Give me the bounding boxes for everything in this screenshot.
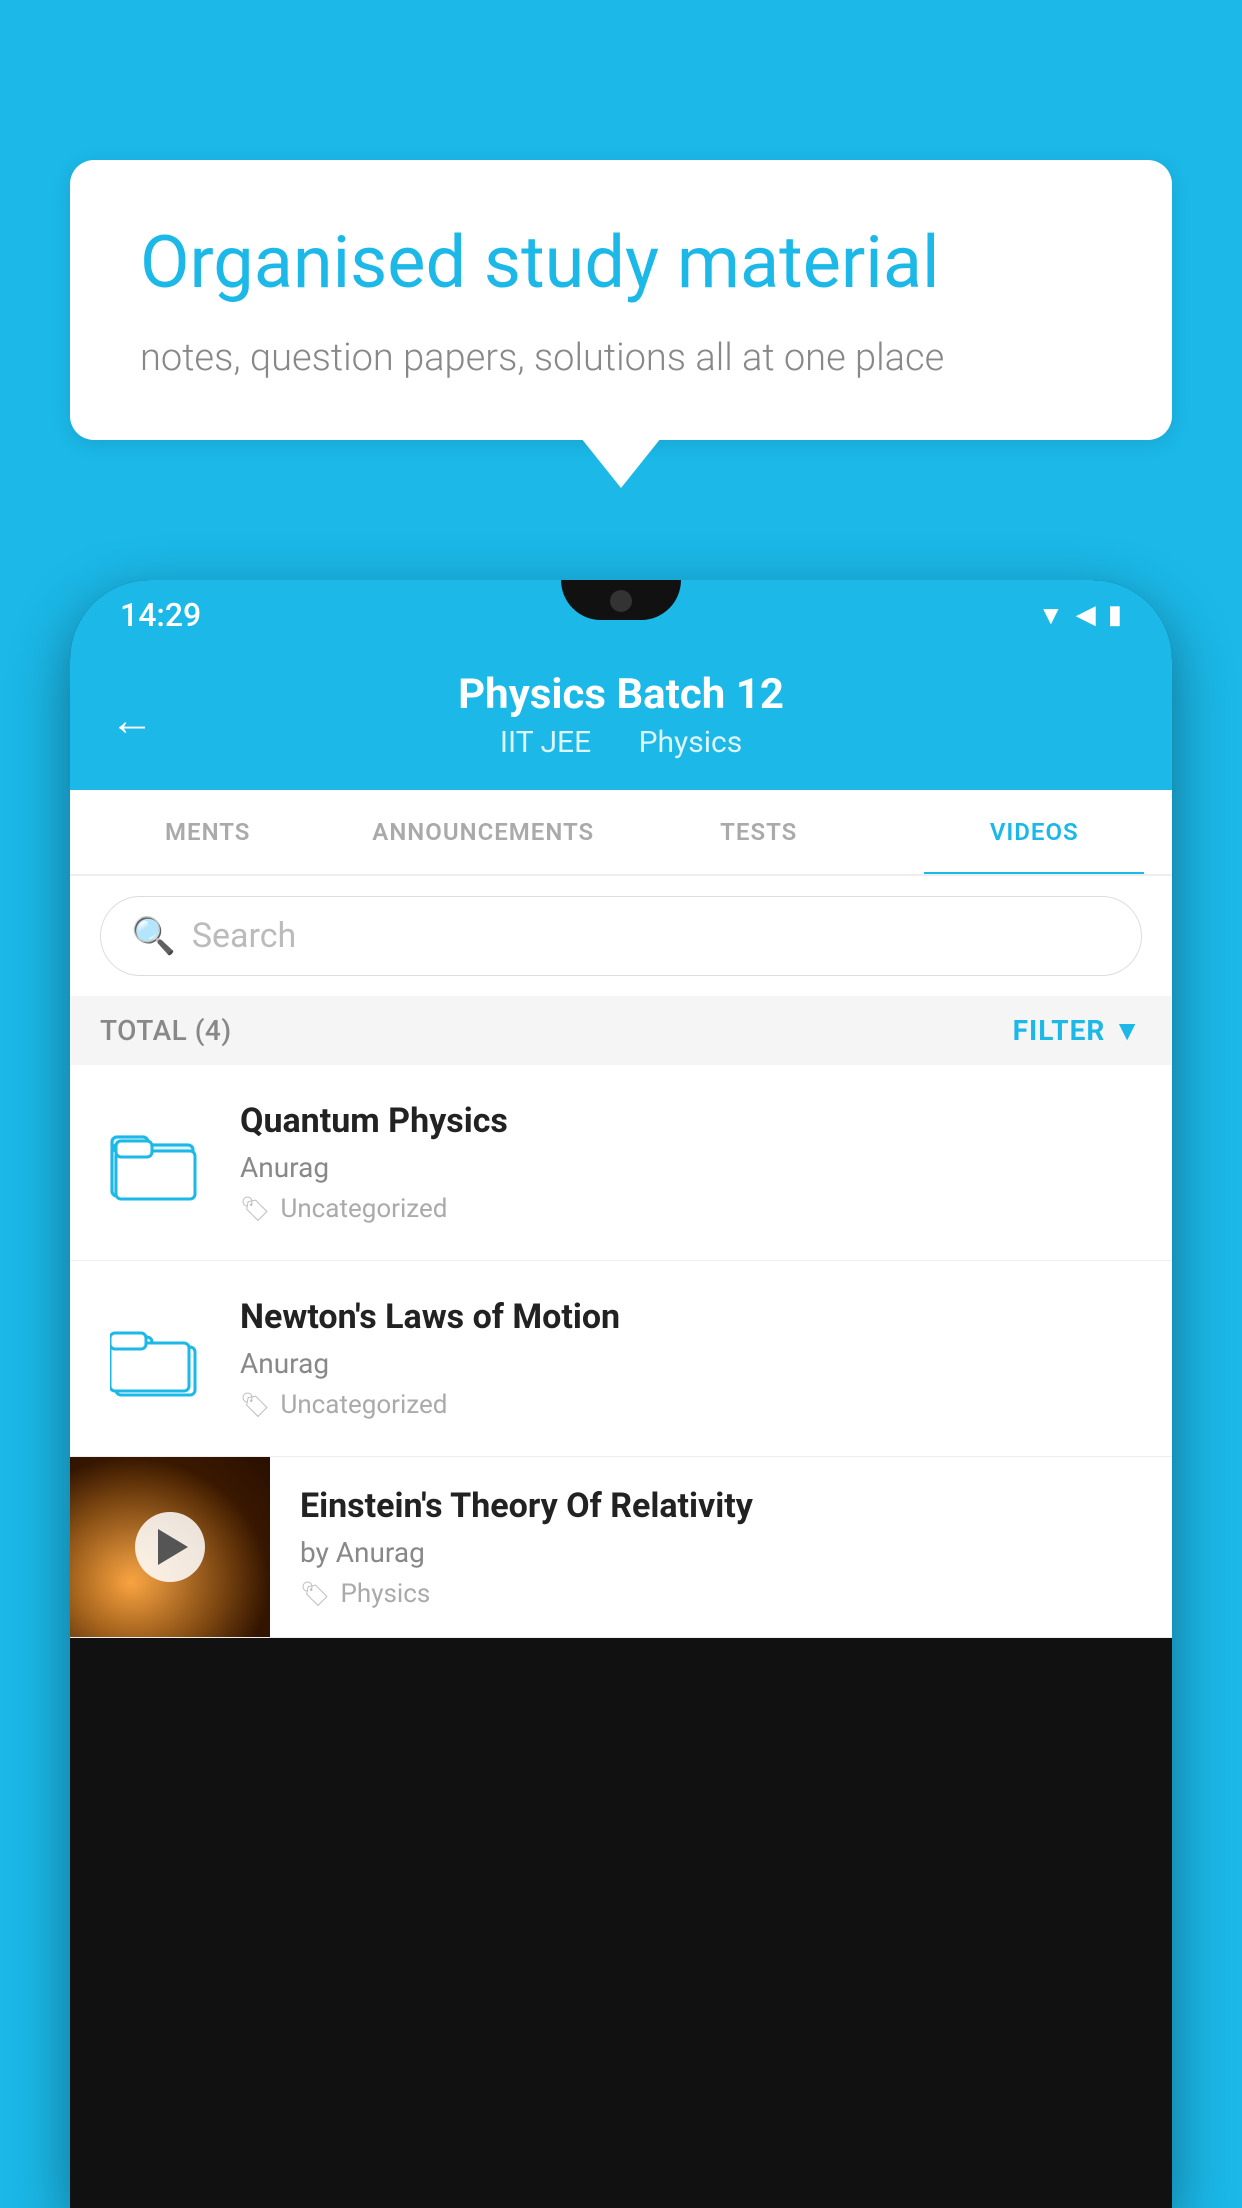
video-list: Quantum Physics Anurag 🏷 Uncategorized	[70, 1065, 1172, 1638]
header-title: Physics Batch 12	[110, 670, 1132, 719]
folder-icon	[110, 1319, 200, 1399]
status-bar: 14:29 ▼ ◀ ▮	[70, 580, 1172, 650]
video-author-2: Anurag	[240, 1347, 1142, 1380]
search-icon: 🔍	[131, 915, 176, 957]
tab-ments[interactable]: MENTS	[70, 790, 346, 874]
folder-thumbnail-1	[100, 1108, 210, 1218]
folder-thumbnail-2	[100, 1304, 210, 1414]
back-button[interactable]: ←	[110, 694, 154, 746]
battery-icon: ▮	[1108, 600, 1122, 630]
speech-bubble-subtext: notes, question papers, solutions all at…	[140, 336, 1102, 380]
header-subtitle: IIT JEE Physics	[110, 725, 1132, 760]
tag-icon: 🏷	[240, 1195, 270, 1223]
video-info-1: Quantum Physics Anurag 🏷 Uncategorized	[240, 1101, 1142, 1224]
subtitle-physics: Physics	[639, 725, 743, 760]
list-item[interactable]: Einstein's Theory Of Relativity by Anura…	[70, 1457, 1172, 1638]
signal-icon: ◀	[1076, 600, 1096, 630]
speech-bubble-section: Organised study material notes, question…	[70, 160, 1172, 440]
search-container: 🔍 Search	[70, 876, 1172, 996]
video-thumbnail-3	[70, 1457, 270, 1637]
tag-icon: 🏷	[300, 1580, 330, 1608]
video-tag-1: 🏷 Uncategorized	[240, 1194, 1142, 1224]
status-time: 14:29	[120, 596, 201, 634]
total-count-label: TOTAL (4)	[100, 1014, 232, 1047]
play-triangle-icon	[158, 1529, 188, 1565]
speech-bubble-heading: Organised study material	[140, 220, 1102, 306]
video-author-3: by Anurag	[300, 1536, 1142, 1569]
play-button[interactable]	[135, 1512, 205, 1582]
search-placeholder: Search	[192, 916, 296, 956]
tab-announcements[interactable]: ANNOUNCEMENTS	[346, 790, 622, 874]
video-author-1: Anurag	[240, 1151, 1142, 1184]
status-icons: ▼ ◀ ▮	[1038, 600, 1122, 631]
video-info-3: Einstein's Theory Of Relativity by Anura…	[300, 1466, 1142, 1629]
tag-icon: 🏷	[240, 1391, 270, 1419]
filter-bar: TOTAL (4) FILTER ▼	[70, 996, 1172, 1065]
phone-notch	[561, 580, 681, 620]
filter-button[interactable]: FILTER ▼	[1013, 1014, 1142, 1047]
video-info-2: Newton's Laws of Motion Anurag 🏷 Uncateg…	[240, 1297, 1142, 1420]
wifi-icon: ▼	[1038, 600, 1064, 631]
video-title-2: Newton's Laws of Motion	[240, 1297, 1142, 1337]
filter-icon: ▼	[1113, 1014, 1142, 1047]
video-title-1: Quantum Physics	[240, 1101, 1142, 1141]
phone-frame: 14:29 ▼ ◀ ▮ ← Physics Batch 12 IIT JEE P…	[70, 580, 1172, 2208]
list-item[interactable]: Quantum Physics Anurag 🏷 Uncategorized	[70, 1065, 1172, 1261]
folder-icon	[110, 1123, 200, 1203]
tabs-container: MENTS ANNOUNCEMENTS TESTS VIDEOS	[70, 790, 1172, 876]
front-camera	[610, 590, 632, 612]
speech-bubble-card: Organised study material notes, question…	[70, 160, 1172, 440]
video-tag-3: 🏷 Physics	[300, 1579, 1142, 1609]
app-header: ← Physics Batch 12 IIT JEE Physics	[70, 650, 1172, 790]
video-tag-2: 🏷 Uncategorized	[240, 1390, 1142, 1420]
tab-tests[interactable]: TESTS	[621, 790, 897, 874]
list-item[interactable]: Newton's Laws of Motion Anurag 🏷 Uncateg…	[70, 1261, 1172, 1457]
search-bar[interactable]: 🔍 Search	[100, 896, 1142, 976]
tab-videos[interactable]: VIDEOS	[897, 790, 1173, 874]
subtitle-iit-jee: IIT JEE	[500, 725, 591, 760]
video-title-3: Einstein's Theory Of Relativity	[300, 1486, 1142, 1526]
